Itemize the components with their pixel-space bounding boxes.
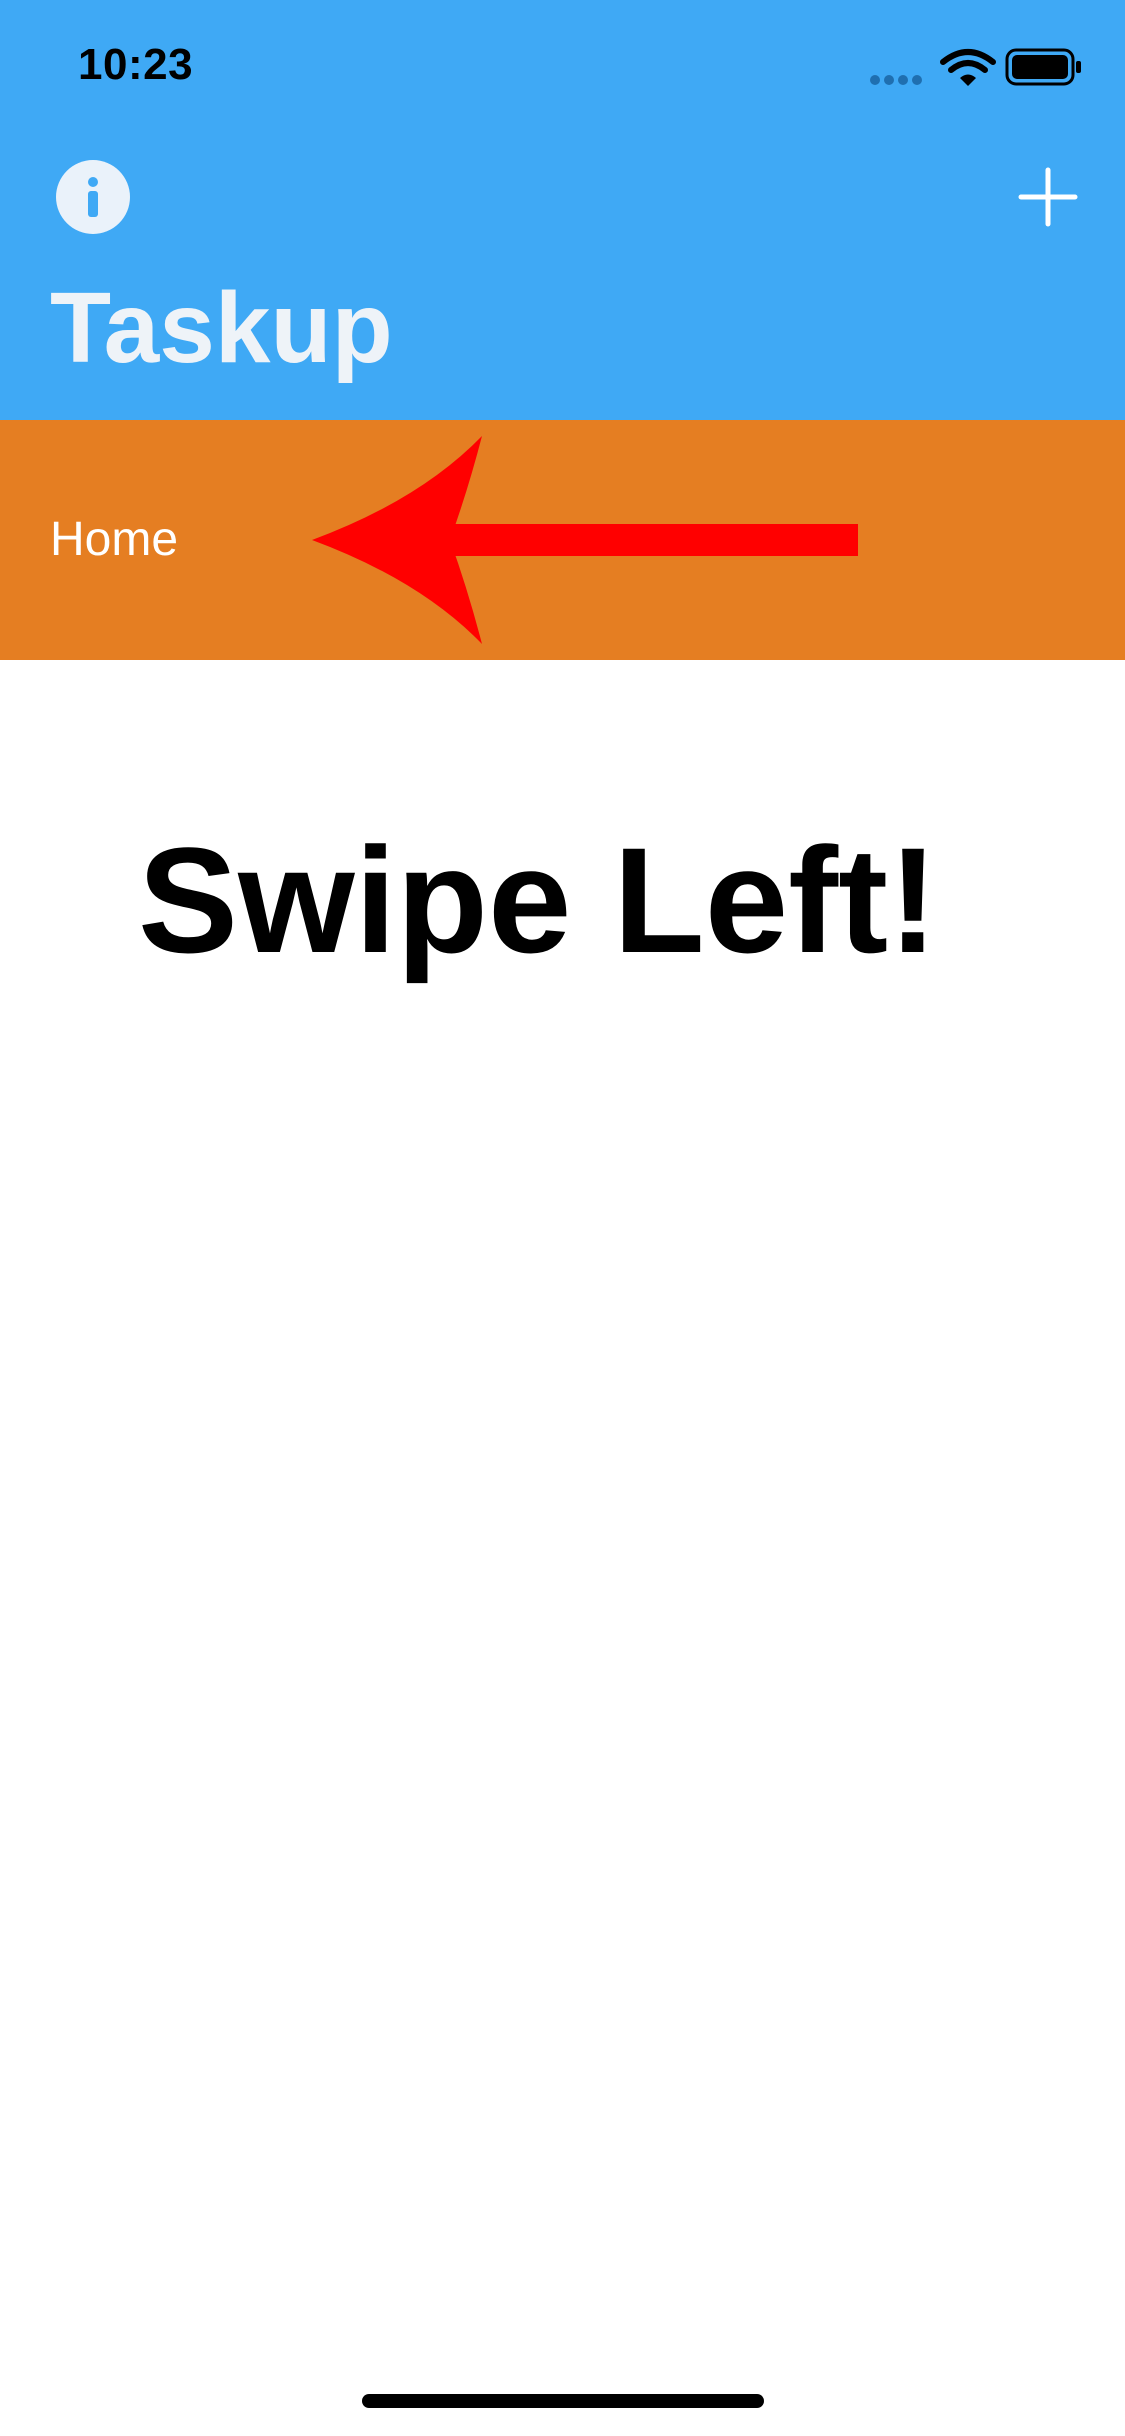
battery-icon: [1005, 48, 1081, 86]
page-title: Taskup: [50, 272, 393, 384]
navigation-header: 10:23 Taskup: [0, 0, 1125, 420]
swipe-hint-text: Swipe Left!: [138, 816, 939, 984]
signal-icon: [870, 75, 922, 85]
left-arrow-icon: [312, 436, 858, 644]
add-button[interactable]: [1011, 160, 1085, 234]
home-indicator[interactable]: [362, 2394, 764, 2408]
app-screen: 10:23 Taskup Home Swipe Left!: [0, 0, 1125, 2436]
wifi-icon: [940, 49, 996, 86]
list-item-home[interactable]: Home: [0, 420, 1125, 660]
plus-icon: [1018, 167, 1078, 227]
status-icons: [870, 48, 1081, 86]
list-item-label: Home: [50, 513, 179, 566]
info-button[interactable]: [56, 160, 130, 234]
info-icon: [88, 177, 98, 217]
status-time: 10:23: [78, 40, 194, 89]
